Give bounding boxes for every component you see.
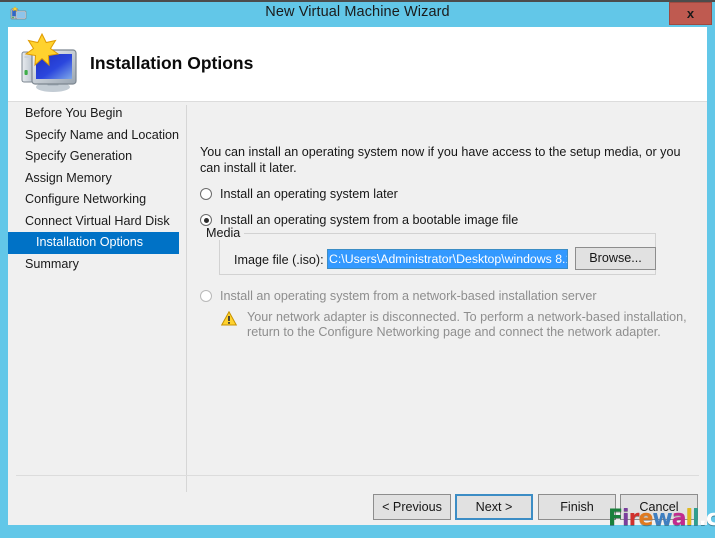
browse-button[interactable]: Browse...	[575, 247, 656, 270]
image-file-input[interactable]: C:\Users\Administrator\Desktop\windows 8…	[327, 249, 568, 269]
finish-button[interactable]: Finish	[538, 494, 616, 520]
new-virtual-machine-wizard-window: New Virtual Machine Wizard x Installatio…	[0, 0, 715, 538]
radio-install-from-image[interactable]: Install an operating system from a boota…	[200, 213, 518, 227]
sidebar-divider	[186, 105, 187, 492]
radio-indicator-install-later	[200, 188, 212, 200]
next-button[interactable]: Next >	[455, 494, 533, 520]
sidebar-item-assign-memory[interactable]: Assign Memory	[8, 168, 179, 190]
media-group-legend: Media	[202, 226, 245, 240]
sidebar-item-connect-virtual-hard-disk[interactable]: Connect Virtual Hard Disk	[8, 211, 179, 233]
footer-separator	[16, 475, 699, 476]
page-header: Installation Options	[8, 27, 707, 102]
sidebar-item-specify-generation[interactable]: Specify Generation	[8, 146, 179, 168]
warning-triangle-icon	[220, 310, 238, 326]
title-bar-top-edge	[0, 0, 715, 2]
radio-label-install-from-image: Install an operating system from a boota…	[220, 213, 519, 227]
image-file-label: Image file (.iso):	[234, 253, 324, 267]
sidebar-item-installation-options[interactable]: Installation Options	[8, 232, 179, 254]
close-button[interactable]: x	[669, 2, 712, 25]
radio-label-install-from-network: Install an operating system from a netwo…	[220, 289, 597, 303]
sidebar-item-configure-networking[interactable]: Configure Networking	[8, 189, 179, 211]
previous-button[interactable]: < Previous	[373, 494, 451, 520]
wizard-panel: Installation Options Before You Begin Sp…	[8, 27, 707, 525]
sidebar-item-specify-name-and-location[interactable]: Specify Name and Location	[8, 125, 179, 147]
radio-label-install-later: Install an operating system later	[220, 187, 398, 201]
sidebar-item-summary[interactable]: Summary	[8, 254, 179, 276]
radio-indicator-install-from-network	[200, 290, 212, 302]
page-title: Installation Options	[90, 53, 254, 73]
intro-text: You can install an operating system now …	[200, 145, 681, 175]
radio-install-later[interactable]: Install an operating system later	[200, 187, 398, 201]
network-warning-text: Your network adapter is disconnected. To…	[247, 310, 687, 339]
window-title: New Virtual Machine Wizard	[265, 4, 450, 20]
wizard-steps-nav: Before You Begin Specify Name and Locati…	[8, 103, 179, 467]
image-file-value: C:\Users\Administrator\Desktop\windows 8…	[328, 250, 568, 268]
monitor-star-icon	[16, 32, 80, 96]
radio-indicator-install-from-image	[200, 214, 212, 226]
title-bar: New Virtual Machine Wizard x	[0, 0, 715, 27]
sidebar-item-before-you-begin[interactable]: Before You Begin	[8, 103, 179, 125]
firewall-cx-watermark: Firewall.cx	[608, 506, 715, 531]
radio-install-from-network[interactable]: Install an operating system from a netwo…	[200, 289, 597, 303]
